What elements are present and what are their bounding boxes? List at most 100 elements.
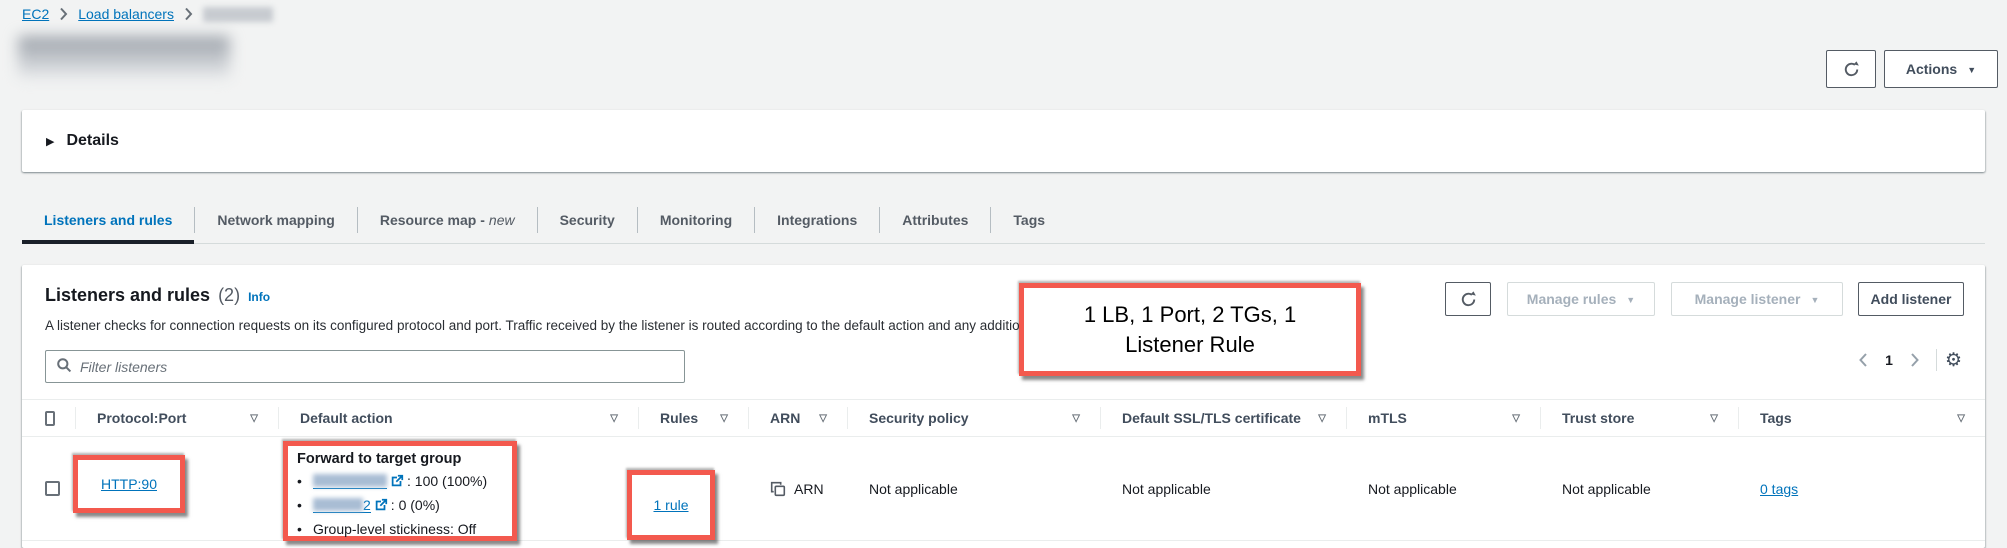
tab-tags[interactable]: Tags xyxy=(991,196,1067,244)
tags-link[interactable]: 0 tags xyxy=(1760,481,1798,497)
target-group-2-name-visible: 2 xyxy=(363,493,371,517)
info-link[interactable]: Info xyxy=(248,290,270,304)
manage-listener-button[interactable]: Manage listener ▼ xyxy=(1671,282,1843,316)
security-policy-cell: Not applicable xyxy=(847,437,1100,540)
panel-description: A listener checks for connection request… xyxy=(45,318,1074,333)
annotation-box-rules: 1 rule xyxy=(627,470,715,540)
sort-icon: ▽ xyxy=(819,413,827,424)
sort-icon: ▽ xyxy=(1957,413,1965,424)
external-link-icon[interactable] xyxy=(390,474,404,488)
tab-resource-map[interactable]: Resource map - new xyxy=(358,196,537,244)
tab-monitoring[interactable]: Monitoring xyxy=(638,196,754,244)
annotation-note-line2: Listener Rule xyxy=(1125,330,1255,360)
add-listener-button[interactable]: Add listener xyxy=(1858,282,1964,316)
sort-icon: ▽ xyxy=(1710,413,1718,424)
copy-icon[interactable] xyxy=(770,481,786,497)
select-all-checkbox-cell xyxy=(22,400,75,436)
refresh-icon xyxy=(1460,291,1477,308)
actions-button[interactable]: Actions ▼ xyxy=(1884,50,1998,88)
annotation-box-protocol: HTTP:90 xyxy=(73,455,185,513)
panel-header: Listeners and rules (2) Info xyxy=(45,285,270,306)
column-header-tags[interactable]: Tags▽ xyxy=(1738,400,1985,436)
chevron-down-icon: ▼ xyxy=(1810,296,1819,305)
chevron-down-icon: ▼ xyxy=(1626,296,1635,305)
arn-cell: ARN xyxy=(748,437,847,540)
target-group-2-link[interactable]: 2 xyxy=(313,497,371,513)
page-refresh-button[interactable] xyxy=(1826,50,1876,88)
panel-count: (2) xyxy=(218,285,240,306)
breadcrumb-ec2-link[interactable]: EC2 xyxy=(22,6,49,22)
listeners-refresh-button[interactable] xyxy=(1445,282,1491,316)
annotation-note: 1 LB, 1 Port, 2 TGs, 1 Listener Rule xyxy=(1019,283,1361,376)
breadcrumb-load-balancers-link[interactable]: Load balancers xyxy=(78,6,174,22)
sort-icon: ▽ xyxy=(1072,413,1080,424)
listener-protocol-link[interactable]: HTTP:90 xyxy=(101,476,157,492)
breadcrumb: EC2 Load balancers xyxy=(22,4,273,24)
target-group-1-link[interactable] xyxy=(313,473,387,489)
expand-triangle-icon: ▶ xyxy=(46,135,54,148)
pagination-divider xyxy=(1936,349,1937,371)
manage-rules-button[interactable]: Manage rules ▼ xyxy=(1507,282,1655,316)
refresh-icon xyxy=(1843,61,1860,78)
mtls-cell: Not applicable xyxy=(1346,437,1540,540)
column-header-rules[interactable]: Rules▽ xyxy=(638,400,748,436)
details-expander[interactable]: ▶ Details xyxy=(46,132,119,150)
target-group-1-weight: : 100 (100%) xyxy=(407,469,487,493)
tab-listeners-and-rules[interactable]: Listeners and rules xyxy=(22,196,194,244)
breadcrumb-chevron-icon xyxy=(184,7,193,21)
tab-network-mapping[interactable]: Network mapping xyxy=(195,196,356,244)
stickiness-label: Group-level stickiness: Off xyxy=(313,517,476,541)
target-group-1-name-redacted xyxy=(313,474,387,487)
stickiness-item: • Group-level stickiness: Off xyxy=(297,517,506,541)
column-header-arn[interactable]: ARN▽ xyxy=(748,400,847,436)
sort-icon: ▽ xyxy=(1512,413,1520,424)
column-header-ssl-certificate[interactable]: Default SSL/TLS certificate▽ xyxy=(1100,400,1346,436)
trust-store-cell: Not applicable xyxy=(1540,437,1738,540)
row-checkbox-cell xyxy=(22,437,75,540)
column-header-mtls[interactable]: mTLS▽ xyxy=(1346,400,1540,436)
filter-listeners-input[interactable] xyxy=(80,359,674,375)
tab-attributes[interactable]: Attributes xyxy=(880,196,990,244)
bullet-icon: • xyxy=(297,469,313,493)
column-header-trust-store[interactable]: Trust store▽ xyxy=(1540,400,1738,436)
target-group-2-name-redacted xyxy=(313,498,363,511)
page-number[interactable]: 1 xyxy=(1876,352,1902,368)
bullet-icon: • xyxy=(297,493,313,517)
table-header-row: Protocol:Port▽ Default action▽ Rules▽ AR… xyxy=(22,399,1985,437)
chevron-down-icon: ▼ xyxy=(1967,66,1976,75)
select-all-checkbox[interactable] xyxy=(45,411,55,426)
actions-button-label: Actions xyxy=(1906,61,1957,77)
rules-link[interactable]: 1 rule xyxy=(653,497,688,513)
target-group-2-weight: : 0 (0%) xyxy=(391,493,440,517)
next-page-icon[interactable] xyxy=(1902,345,1928,375)
gear-icon[interactable]: ⚙ xyxy=(1945,351,1962,370)
column-header-security-policy[interactable]: Security policy▽ xyxy=(847,400,1100,436)
details-section: ▶ Details xyxy=(22,110,1985,172)
bullet-icon: • xyxy=(297,517,313,541)
row-checkbox[interactable] xyxy=(45,481,60,496)
pagination: 1 ⚙ xyxy=(1850,345,1962,375)
column-header-protocol-port[interactable]: Protocol:Port▽ xyxy=(75,400,278,436)
listeners-panel: Listeners and rules (2) Info A listener … xyxy=(22,265,1985,548)
filter-container xyxy=(45,350,685,383)
breadcrumb-chevron-icon xyxy=(59,7,68,21)
sort-icon: ▽ xyxy=(720,413,728,424)
annotation-note-line1: 1 LB, 1 Port, 2 TGs, 1 xyxy=(1084,300,1296,330)
aws-console-page: { "breadcrumb": { "ec2": "EC2", "load_ba… xyxy=(0,0,2007,548)
annotation-box-default-action: Forward to target group • : 100 (100%) •… xyxy=(283,441,517,541)
target-group-item: • : 100 (100%) xyxy=(297,469,506,493)
forward-action-title: Forward to target group xyxy=(297,449,506,469)
sort-icon: ▽ xyxy=(610,413,618,424)
ssl-certificate-cell: Not applicable xyxy=(1100,437,1346,540)
tab-security[interactable]: Security xyxy=(538,196,637,244)
search-icon xyxy=(56,357,72,376)
column-header-default-action[interactable]: Default action▽ xyxy=(278,400,638,436)
arn-label: ARN xyxy=(794,481,824,497)
details-label: Details xyxy=(66,132,118,150)
panel-title: Listeners and rules xyxy=(45,285,210,306)
external-link-icon[interactable] xyxy=(374,498,388,512)
sort-icon: ▽ xyxy=(1318,413,1326,424)
tab-integrations[interactable]: Integrations xyxy=(755,196,879,244)
tab-bar: Listeners and rules Network mapping Reso… xyxy=(0,196,2007,244)
previous-page-icon[interactable] xyxy=(1850,345,1876,375)
